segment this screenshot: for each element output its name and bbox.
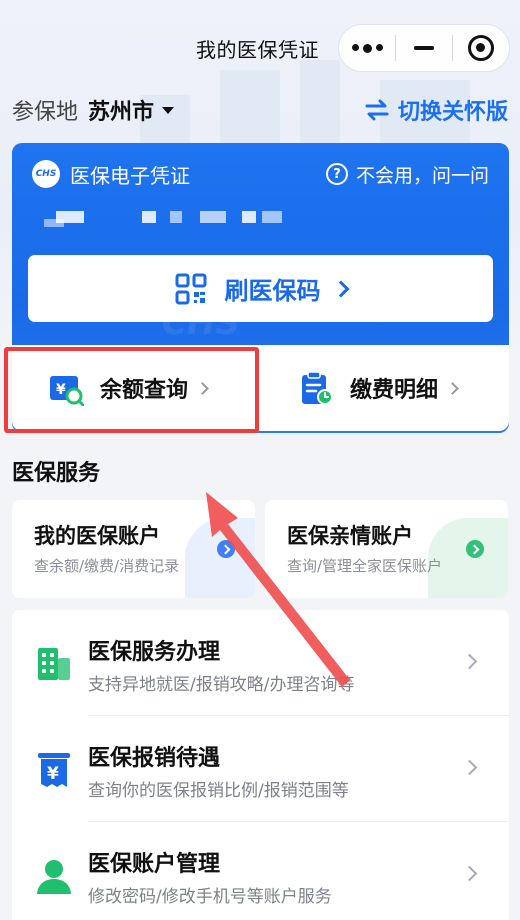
- yuan-receipt-icon: ¥: [38, 753, 70, 787]
- help-link[interactable]: ? 不会用，问一问: [325, 159, 489, 189]
- switch-arrows-icon: [365, 99, 389, 121]
- service-item-handling[interactable]: 医保服务办理 支持异地就医/报销攻略/办理咨询等: [12, 610, 509, 716]
- payment-details-label: 缴费明细: [350, 378, 439, 403]
- scan-insurance-code-button[interactable]: 刷医保码: [28, 255, 493, 322]
- account-card-title: 我的医保账户: [34, 524, 160, 548]
- account-card-subtitle: 查余额/缴费/消费记录: [34, 557, 180, 575]
- chevron-right-icon: [217, 540, 235, 558]
- page-title: 我的医保凭证: [196, 38, 319, 62]
- service-item-reimbursement[interactable]: ¥ 医保报销待遇 查询你的医保报销比例/报销范围等: [12, 716, 509, 822]
- close-target-icon: [468, 35, 494, 61]
- payment-clipboard-icon: [302, 371, 333, 405]
- account-card-title: 医保亲情账户: [287, 524, 413, 548]
- chs-logo: CHS: [32, 160, 60, 188]
- svg-text:¥: ¥: [47, 764, 59, 784]
- chevron-right-icon: [461, 653, 478, 670]
- decorative-card-icon: [185, 518, 255, 598]
- my-insurance-account-card[interactable]: 我的医保账户 查余额/缴费/消费记录: [12, 500, 255, 598]
- capsule-menu: [338, 24, 510, 72]
- service-list: 医保服务办理 支持异地就医/报销攻略/办理咨询等 ¥ 医保报销待遇 查询你的医保…: [12, 610, 509, 920]
- minimize-icon: [414, 46, 434, 50]
- balance-query-highlight-box: [4, 347, 259, 433]
- user-icon: [37, 860, 71, 894]
- service-title: 医保报销待遇: [88, 746, 221, 771]
- more-button[interactable]: [339, 25, 395, 71]
- chevron-right-icon: [461, 865, 478, 882]
- more-icon: [351, 43, 383, 53]
- card-title: 医保电子凭证: [70, 163, 190, 188]
- close-button[interactable]: [453, 25, 509, 71]
- service-subtitle: 查询你的医保报销比例/报销范围等: [88, 781, 349, 801]
- section-title: 医保服务: [12, 461, 101, 486]
- caret-down-icon: [162, 106, 175, 114]
- service-subtitle: 修改密码/修改手机号等账户服务: [88, 887, 332, 907]
- question-icon: ?: [325, 163, 348, 185]
- switch-care-mode-button[interactable]: 切换关怀版: [364, 93, 508, 127]
- payment-details-button[interactable]: 缴费明细: [298, 345, 459, 431]
- chevron-right-icon: [466, 540, 484, 558]
- family-insurance-account-card[interactable]: 医保亲情账户 查询/管理全家医保账户: [265, 500, 508, 598]
- insurance-location[interactable]: 参保地 苏州市: [12, 93, 175, 127]
- card-header: CHS 医保电子凭证: [32, 159, 190, 189]
- service-title: 医保服务办理: [88, 640, 221, 665]
- help-label: 不会用，问一问: [355, 164, 489, 187]
- building-icon: [38, 648, 70, 680]
- account-card-subtitle: 查询/管理全家医保账户: [287, 557, 443, 575]
- service-title: 医保账户管理: [88, 852, 221, 877]
- switch-care-mode-label: 切换关怀版: [397, 100, 508, 125]
- service-item-account-management[interactable]: 医保账户管理 修改密码/修改手机号等账户服务: [12, 822, 509, 920]
- location-city: 苏州市: [88, 100, 155, 125]
- location-label: 参保地: [12, 100, 79, 125]
- mini-program-nav-bar: 我的医保凭证: [0, 0, 520, 92]
- minimize-button[interactable]: [396, 25, 452, 71]
- chevron-right-icon: [446, 381, 459, 395]
- chevron-right-icon: [332, 280, 349, 297]
- scan-insurance-code-label: 刷医保码: [224, 277, 321, 305]
- qr-code-icon: [175, 273, 206, 304]
- service-subtitle: 支持异地就医/报销攻略/办理咨询等: [88, 675, 355, 695]
- chevron-right-icon: [461, 759, 478, 776]
